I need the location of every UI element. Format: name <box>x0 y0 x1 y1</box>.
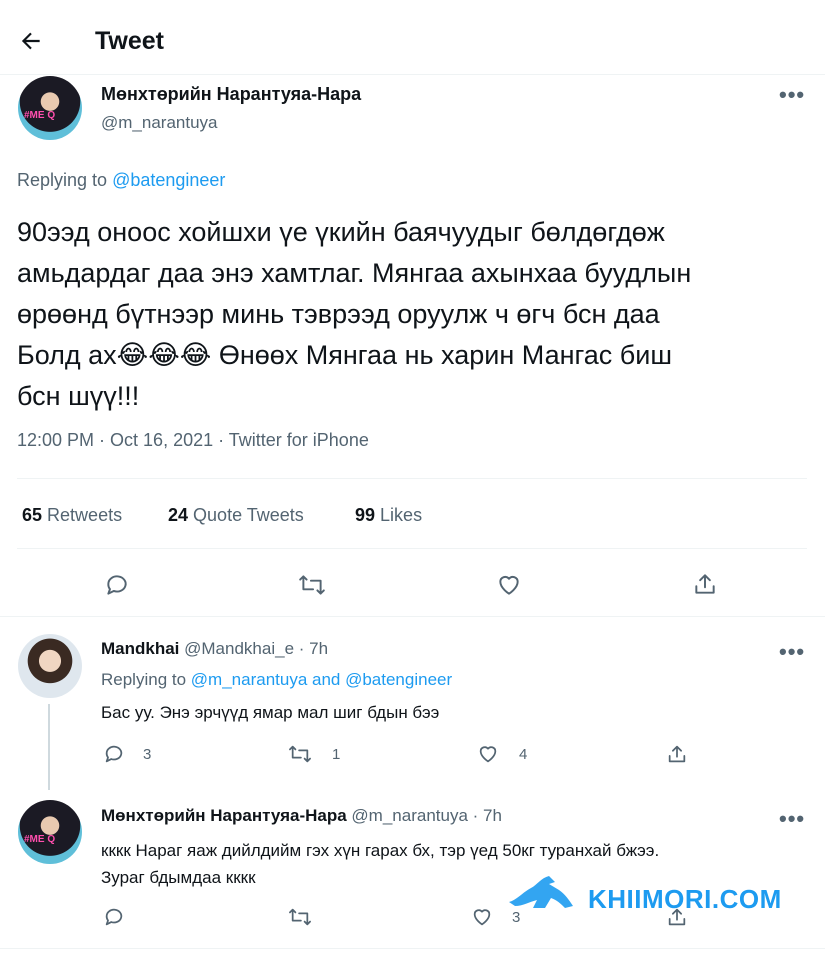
avatar[interactable] <box>18 634 82 698</box>
back-arrow-icon[interactable] <box>18 28 44 54</box>
retweets-count: 65 <box>22 505 43 525</box>
divider <box>0 616 825 617</box>
avatar-overlay-text: #ME Q <box>24 110 56 121</box>
reply-icon[interactable] <box>103 743 125 765</box>
likes-label: Likes <box>380 505 423 525</box>
retweet-count: 1 <box>332 746 341 763</box>
reply-count: 3 <box>143 746 152 763</box>
tweet-text-line: Болд ах😂😂😂 Өнөөх Мянгаа нь харин Мангас … <box>17 340 672 370</box>
likes-count: 99 <box>355 505 376 525</box>
tweet-text: 90ээд оноос хойшхи үе үкийн баячуудыг бө… <box>17 212 691 417</box>
tweet-timestamp[interactable]: 12:00 PM · Oct 16, 2021 · Twitter for iP… <box>17 430 369 451</box>
replying-prefix: Replying to <box>17 170 108 190</box>
tweet-text-line: өрөөнд бүтнээр минь тэврээд оруулж ч өгч… <box>17 299 660 329</box>
more-options-icon[interactable]: ••• <box>779 641 805 663</box>
avatar[interactable]: #ME Q <box>18 76 82 140</box>
more-options-icon[interactable]: ••• <box>779 84 805 106</box>
retweet-icon[interactable] <box>288 906 312 928</box>
divider <box>17 478 807 479</box>
quotes-label: Quote Tweets <box>193 505 304 525</box>
retweet-icon[interactable] <box>298 572 326 598</box>
page-title: Tweet <box>95 27 164 55</box>
reply-handle-time[interactable]: @m_narantuya · 7h <box>351 806 502 825</box>
like-count: 4 <box>519 746 528 763</box>
retweets-stat[interactable]: 65 Retweets <box>22 505 122 526</box>
like-icon[interactable] <box>477 743 499 765</box>
like-icon[interactable] <box>471 906 493 928</box>
reply-text: Бас уу. Энэ эрчүүд ямар мал шиг бдын бээ <box>101 703 440 722</box>
thread-line <box>48 704 50 790</box>
like-icon[interactable] <box>496 572 522 598</box>
avatar-overlay-text: #ME Q <box>24 834 56 845</box>
author-display-name[interactable]: Мөнхтөрийн Нарантуяа-Нара <box>101 84 361 105</box>
replying-prefix: Replying to <box>101 670 187 689</box>
divider <box>0 74 825 75</box>
tweet-text-line: 90ээд оноос хойшхи үе үкийн баячуудыг бө… <box>17 217 665 247</box>
replying-to: Replying to @m_narantuya and @batenginee… <box>101 670 452 690</box>
retweet-icon[interactable] <box>288 743 312 765</box>
divider <box>17 548 807 549</box>
replying-to-handle[interactable]: @batengineer <box>112 170 225 190</box>
horse-logo-icon <box>505 872 577 920</box>
replying-to-handles[interactable]: @m_narantuya and @batengineer <box>191 670 452 689</box>
replying-to: Replying to @batengineer <box>17 170 225 191</box>
retweets-label: Retweets <box>47 505 123 525</box>
avatar[interactable]: #ME Q <box>18 800 82 864</box>
more-options-icon[interactable]: ••• <box>779 808 805 830</box>
reply-icon[interactable] <box>104 572 130 598</box>
tweet-text-line: амьдардаг даа энэ хамтлаг. Мянгаа ахынха… <box>17 258 692 288</box>
author-handle[interactable]: @m_narantuya <box>101 113 218 133</box>
divider <box>0 948 825 949</box>
reply-icon[interactable] <box>103 906 125 928</box>
share-icon[interactable] <box>666 743 688 765</box>
reply-text-line: кккк Нараг яаж дийлдийм гэх хүн гарах бх… <box>101 841 660 860</box>
likes-stat[interactable]: 99 Likes <box>355 505 422 526</box>
watermark-text: KHIIMORI.COM <box>588 884 782 914</box>
reply-author: Мөнхтөрийн Нарантуяа-Нара @m_narantuya ·… <box>101 806 502 826</box>
reply-author: Mandkhai @Mandkhai_e · 7h <box>101 639 328 659</box>
reply-display-name[interactable]: Mandkhai <box>101 639 179 658</box>
share-icon[interactable] <box>692 571 718 597</box>
quotes-count: 24 <box>168 505 189 525</box>
reply-display-name[interactable]: Мөнхтөрийн Нарантуяа-Нара <box>101 806 347 825</box>
quote-tweets-stat[interactable]: 24 Quote Tweets <box>168 505 304 526</box>
tweet-text-line: бсн шүү!!! <box>17 381 140 411</box>
reply-handle-time[interactable]: @Mandkhai_e · 7h <box>184 639 328 658</box>
